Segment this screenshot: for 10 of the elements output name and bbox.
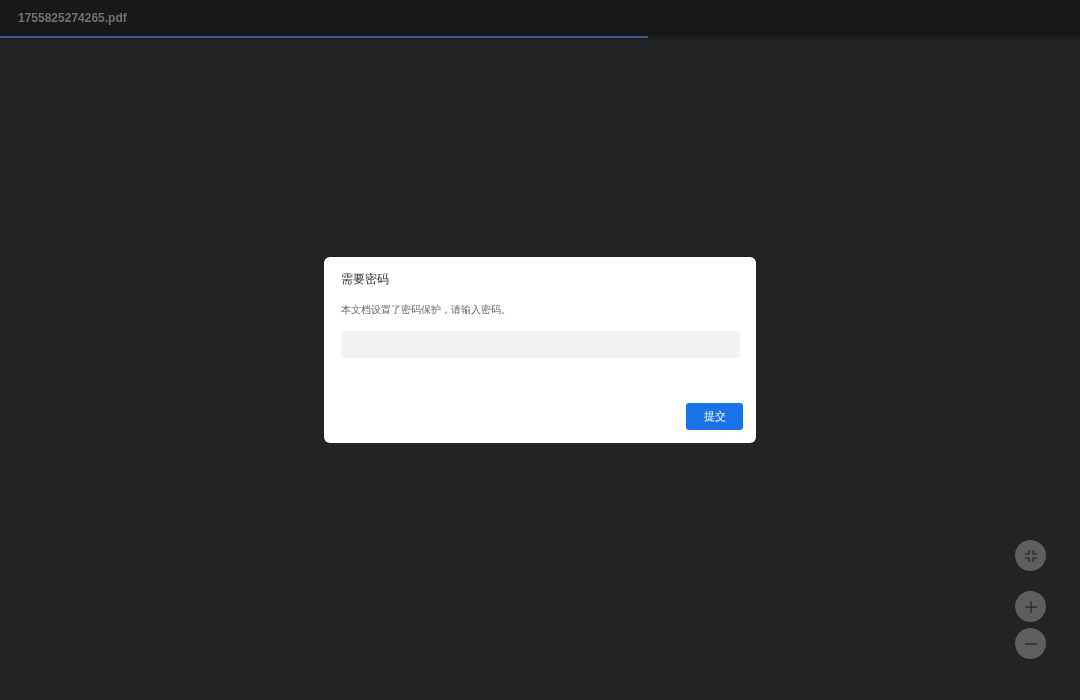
zoom-out-button[interactable] xyxy=(1015,628,1046,659)
fit-page-button[interactable] xyxy=(1015,540,1046,571)
dialog-title: 需要密码 xyxy=(341,271,389,288)
file-name: 1755825274265.pdf xyxy=(18,11,127,25)
collapse-icon xyxy=(1024,549,1037,562)
submit-button[interactable]: 提交 xyxy=(686,403,743,430)
plus-icon xyxy=(1024,600,1037,613)
minus-icon xyxy=(1024,642,1037,645)
dialog-message: 本文档设置了密码保护，请输入密码。 xyxy=(341,303,511,317)
zoom-in-button[interactable] xyxy=(1015,591,1046,622)
